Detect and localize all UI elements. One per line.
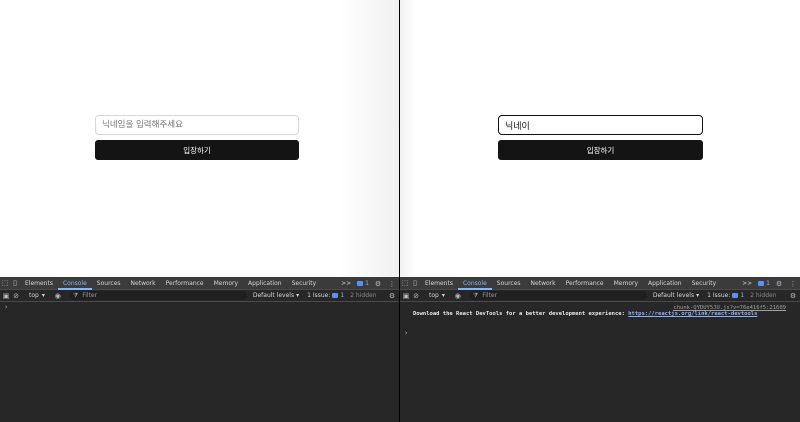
tab-sources[interactable]: Sources: [492, 277, 526, 290]
issue-icon: [732, 293, 739, 298]
console-prompt[interactable]: ›: [404, 329, 408, 337]
context-select[interactable]: top ▾: [425, 292, 449, 299]
enter-button[interactable]: 입장하기: [95, 140, 299, 160]
devtools-panel: ⬚ ▯ Elements Console Sources Network Per…: [0, 277, 399, 422]
tab-application[interactable]: Application: [243, 277, 287, 290]
split-window: 입장하기 ⬚ ▯ Elements Console Sources Networ…: [0, 0, 800, 422]
tab-security[interactable]: Security: [287, 277, 322, 290]
react-devtools-link[interactable]: https://reactjs.org/link/react-devtools: [628, 311, 757, 317]
devtools-panel: ⬚ ▯ Elements Console Sources Network Per…: [400, 277, 800, 422]
dropdown-arrow-icon: ▾: [41, 292, 45, 299]
nickname-input[interactable]: [95, 115, 299, 135]
filter-funnel-icon: ⧩: [72, 291, 79, 299]
filter-placeholder: Filter: [482, 292, 498, 299]
tab-console[interactable]: Console: [457, 277, 492, 290]
levels-label: Default levels: [252, 292, 295, 299]
more-options-icon[interactable]: ⋮: [788, 279, 798, 289]
settings-gear-icon[interactable]: ⚙: [373, 279, 383, 289]
levels-dropdown-icon: ▾: [296, 292, 300, 299]
more-options-icon[interactable]: ⋮: [387, 279, 397, 289]
clear-console-icon[interactable]: ⊘: [411, 291, 421, 301]
nickname-input[interactable]: [498, 115, 703, 135]
sidebar-toggle-icon[interactable]: ▣: [401, 291, 411, 301]
filter-placeholder: Filter: [82, 292, 98, 299]
levels-dropdown-icon: ▾: [696, 292, 700, 299]
issues-badge[interactable]: 1: [357, 280, 369, 287]
tab-performance[interactable]: Performance: [161, 277, 209, 290]
sidebar-toggle-icon[interactable]: ▣: [1, 291, 11, 301]
log-message-text: Download the React DevTools for a better…: [413, 311, 629, 317]
left-browser-pane: 입장하기 ⬚ ▯ Elements Console Sources Networ…: [0, 0, 399, 422]
levels-label: Default levels: [652, 292, 695, 299]
more-tabs-button[interactable]: >>: [339, 277, 353, 290]
console-toolbar: ▣ ⊘ top ▾ ◉ ⧩ Filter Default levels ▾ 1 Is…: [400, 290, 800, 302]
clear-console-icon[interactable]: ⊘: [11, 291, 21, 301]
console-settings-icon[interactable]: ⚙: [788, 291, 798, 301]
filter-input[interactable]: ⧩ Filter: [68, 291, 247, 300]
tab-security[interactable]: Security: [687, 277, 722, 290]
issue-badge-count: 1: [766, 280, 770, 287]
devtools-tab-bar: ⬚ ▯ Elements Console Sources Network Per…: [0, 277, 399, 290]
issues-badge[interactable]: 1: [758, 280, 770, 287]
inspect-element-icon[interactable]: ⬚: [0, 278, 10, 288]
tab-network[interactable]: Network: [126, 277, 161, 290]
tab-memory[interactable]: Memory: [209, 277, 243, 290]
hidden-messages-count: 2 hidden: [750, 292, 777, 299]
log-levels-select[interactable]: Default levels ▾: [253, 292, 299, 299]
hidden-messages-count: 2 hidden: [350, 292, 377, 299]
console-toolbar: ▣ ⊘ top ▾ ◉ ⧩ Filter Default levels ▾ 1 Is…: [0, 290, 399, 302]
live-expression-eye-icon[interactable]: ◉: [453, 291, 463, 301]
right-browser-pane: 입장하기 ⬚ ▯ Elements Console Sources Networ…: [400, 0, 800, 422]
tab-performance[interactable]: Performance: [561, 277, 609, 290]
context-label: top: [29, 292, 39, 299]
tab-console[interactable]: Console: [57, 277, 92, 290]
tab-network[interactable]: Network: [526, 277, 561, 290]
context-select[interactable]: top ▾: [25, 292, 49, 299]
inspect-element-icon[interactable]: ⬚: [400, 278, 410, 288]
issue-icon: [758, 281, 765, 286]
device-toolbar-icon[interactable]: ▯: [10, 278, 20, 288]
console-settings-icon[interactable]: ⚙: [387, 291, 397, 301]
pane-divider[interactable]: [399, 0, 400, 422]
issues-counter[interactable]: 1 Issue: 1: [707, 292, 744, 299]
enter-button[interactable]: 입장하기: [498, 140, 703, 160]
issue-icon: [357, 281, 364, 286]
log-levels-select[interactable]: Default levels ▾: [653, 292, 699, 299]
more-tabs-button[interactable]: >>: [740, 277, 754, 290]
dropdown-arrow-icon: ▾: [441, 292, 445, 299]
tab-elements[interactable]: Elements: [420, 277, 458, 290]
tab-elements[interactable]: Elements: [20, 277, 58, 290]
issues-label: 1 Issue:: [307, 292, 331, 299]
issue-badge-count: 1: [365, 280, 369, 287]
settings-gear-icon[interactable]: ⚙: [774, 279, 784, 289]
tab-sources[interactable]: Sources: [92, 277, 126, 290]
context-label: top: [429, 292, 439, 299]
filter-funnel-icon: ⧩: [472, 291, 479, 299]
issues-counter[interactable]: 1 Issue: 1: [307, 292, 344, 299]
log-message: Download the React DevTools for a better…: [413, 311, 757, 317]
issues-label: 1 Issue:: [707, 292, 731, 299]
page-viewport: 입장하기: [0, 0, 399, 277]
live-expression-eye-icon[interactable]: ◉: [53, 291, 63, 301]
page-viewport: 입장하기: [400, 0, 800, 277]
devtools-tab-bar: ⬚ ▯ Elements Console Sources Network Per…: [400, 277, 800, 290]
tab-application[interactable]: Application: [643, 277, 687, 290]
console-output[interactable]: ›: [0, 302, 399, 422]
filter-input[interactable]: ⧩ Filter: [468, 291, 647, 300]
console-output[interactable]: chunk-QYDUY5JU.js?v=76e416f5:21609 Downl…: [400, 302, 800, 422]
issues-count: 1: [340, 292, 345, 299]
tab-memory[interactable]: Memory: [609, 277, 643, 290]
issue-icon: [332, 293, 339, 298]
issues-count: 1: [740, 292, 745, 299]
device-toolbar-icon[interactable]: ▯: [410, 278, 420, 288]
console-prompt[interactable]: ›: [4, 303, 8, 311]
